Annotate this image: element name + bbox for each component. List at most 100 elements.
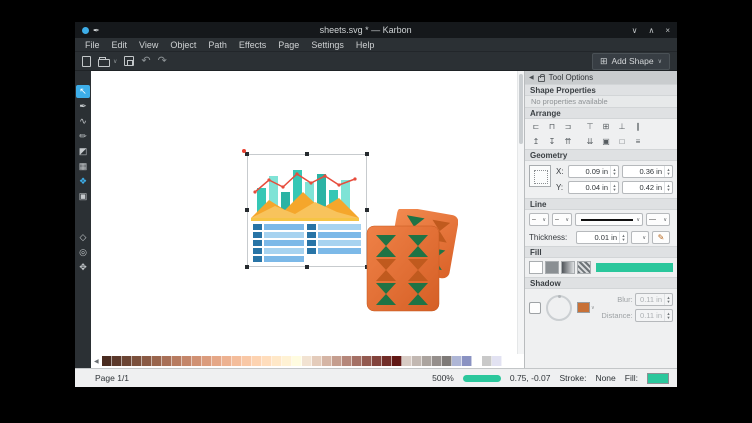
palette-scroll-left-icon[interactable]: ◀ [94, 358, 99, 365]
lock-icon[interactable] [538, 76, 545, 82]
open-dropdown-icon[interactable]: ∨ [113, 58, 117, 65]
menu-path[interactable]: Path [202, 40, 233, 50]
rotation-handle[interactable] [242, 149, 246, 153]
spin-arrows[interactable]: ▲▼ [664, 182, 672, 193]
minimize-button[interactable]: ∨ [632, 26, 638, 35]
distribute-vertical-icon[interactable]: ≡ [631, 135, 645, 148]
palette-swatch-37[interactable] [472, 356, 482, 366]
send-to-back-icon[interactable]: ⇊ [583, 135, 597, 148]
palette-swatch-18[interactable] [282, 356, 292, 366]
palette-swatch-17[interactable] [272, 356, 282, 366]
fill-color-swatch[interactable] [647, 373, 669, 384]
blur-spinbox[interactable]: 0.11 in ▲▼ [635, 293, 673, 306]
palette-swatch-13[interactable] [232, 356, 242, 366]
align-middle-icon[interactable]: ⊞ [599, 120, 613, 133]
sheets-chart-image[interactable] [247, 154, 367, 267]
karbon-logo-image[interactable] [366, 209, 458, 313]
palette-swatch-27[interactable] [372, 356, 382, 366]
y-position-spinbox[interactable]: 0.04 in ▲▼ [568, 181, 619, 194]
palette-swatch-12[interactable] [222, 356, 232, 366]
shadow-angle-dial[interactable] [546, 295, 572, 321]
height-spinbox[interactable]: 0.42 in ▲▼ [622, 181, 673, 194]
menu-settings[interactable]: Settings [305, 40, 350, 50]
selection-handle[interactable] [245, 208, 249, 212]
palette-swatch-33[interactable] [432, 356, 442, 366]
selection-handle[interactable] [365, 152, 369, 156]
menu-view[interactable]: View [133, 40, 164, 50]
palette-swatch-39[interactable] [492, 356, 502, 366]
brush-tool[interactable]: ❖ [76, 175, 90, 188]
distribute-horizontal-icon[interactable]: ∥ [631, 120, 645, 133]
palette-swatch-25[interactable] [352, 356, 362, 366]
canvas[interactable]: ◀ [91, 71, 524, 368]
palette-swatch-35[interactable] [452, 356, 462, 366]
redo-icon[interactable]: ↷ [158, 56, 167, 67]
fill-color-bar[interactable] [596, 263, 673, 272]
thickness-spinbox[interactable]: 0.01 in ▲▼ [576, 231, 628, 244]
palette-swatch-15[interactable] [252, 356, 262, 366]
selection-handle[interactable] [305, 152, 309, 156]
shadow-enable-checkbox[interactable] [529, 302, 541, 314]
palette-swatch-7[interactable] [172, 356, 182, 366]
bring-to-front-icon[interactable]: ⇈ [561, 135, 575, 148]
width-spinbox[interactable]: 0.36 in ▲▼ [622, 165, 673, 178]
marker-button[interactable]: ✎ [652, 231, 670, 244]
align-top-icon[interactable]: ⊤ [583, 120, 597, 133]
select-tool[interactable]: ↖ [76, 85, 90, 98]
menu-effects[interactable]: Effects [233, 40, 272, 50]
lower-icon[interactable]: ↧ [545, 135, 559, 148]
palette-swatch-36[interactable] [462, 356, 472, 366]
palette-swatch-22[interactable] [322, 356, 332, 366]
align-center-horizontal-icon[interactable]: ⊓ [545, 120, 559, 133]
pencil-tool[interactable]: ✏ [76, 130, 90, 143]
palette-swatch-19[interactable] [292, 356, 302, 366]
collapse-arrow-icon[interactable]: ◀ [529, 74, 534, 81]
palette-swatch-20[interactable] [302, 356, 312, 366]
palette-swatch-14[interactable] [242, 356, 252, 366]
spin-arrows[interactable]: ▲▼ [664, 166, 672, 177]
palette-swatch-30[interactable] [402, 356, 412, 366]
palette-swatch-16[interactable] [262, 356, 272, 366]
selection-handle[interactable] [245, 152, 249, 156]
palette-swatch-2[interactable] [122, 356, 132, 366]
selection-handle[interactable] [305, 265, 309, 269]
spin-arrows[interactable]: ▲▼ [610, 182, 618, 193]
spin-arrows[interactable]: ▲▼ [664, 310, 672, 321]
menu-object[interactable]: Object [164, 40, 202, 50]
palette-swatch-31[interactable] [412, 356, 422, 366]
palette-swatch-4[interactable] [142, 356, 152, 366]
spin-arrows[interactable]: ▲▼ [619, 232, 627, 243]
palette-swatch-9[interactable] [192, 356, 202, 366]
close-button[interactable]: × [665, 26, 670, 35]
group-icon[interactable]: ▣ [599, 135, 613, 148]
fill-none-button[interactable] [529, 261, 543, 274]
x-position-spinbox[interactable]: 0.09 in ▲▼ [568, 165, 619, 178]
line-join-dropdown[interactable]: –∨ [552, 213, 572, 226]
vertical-scrollbar-thumb[interactable] [519, 74, 523, 144]
line-cap-dropdown[interactable]: –∨ [529, 213, 549, 226]
path-edit-tool[interactable]: ∿ [76, 115, 90, 128]
selection-handle[interactable] [245, 265, 249, 269]
palette-swatch-26[interactable] [362, 356, 372, 366]
spin-arrows[interactable]: ▲▼ [610, 166, 618, 177]
palette-swatch-8[interactable] [182, 356, 192, 366]
align-bottom-icon[interactable]: ⊥ [615, 120, 629, 133]
shadow-color-button[interactable] [577, 302, 590, 313]
gradient-tool[interactable]: ◩ [76, 145, 90, 158]
undo-icon[interactable]: ↶ [141, 56, 150, 67]
ungroup-icon[interactable]: □ [615, 135, 629, 148]
save-icon[interactable] [124, 56, 134, 66]
shape-tool[interactable]: ◇ [76, 231, 90, 244]
menu-help[interactable]: Help [350, 40, 381, 50]
palette-swatch-5[interactable] [152, 356, 162, 366]
zoom-tool[interactable]: ◎ [76, 246, 90, 259]
spin-arrows[interactable]: ▲▼ [664, 294, 672, 305]
menu-page[interactable]: Page [272, 40, 305, 50]
menu-file[interactable]: File [79, 40, 106, 50]
raise-icon[interactable]: ↥ [529, 135, 543, 148]
vertical-scrollbar[interactable] [517, 71, 524, 354]
fill-pattern-button[interactable] [577, 261, 591, 274]
line-style-dropdown[interactable]: ∨ [575, 213, 643, 226]
line-end-dropdown[interactable]: —∨ [646, 213, 670, 226]
align-left-icon[interactable]: ⊏ [529, 120, 543, 133]
